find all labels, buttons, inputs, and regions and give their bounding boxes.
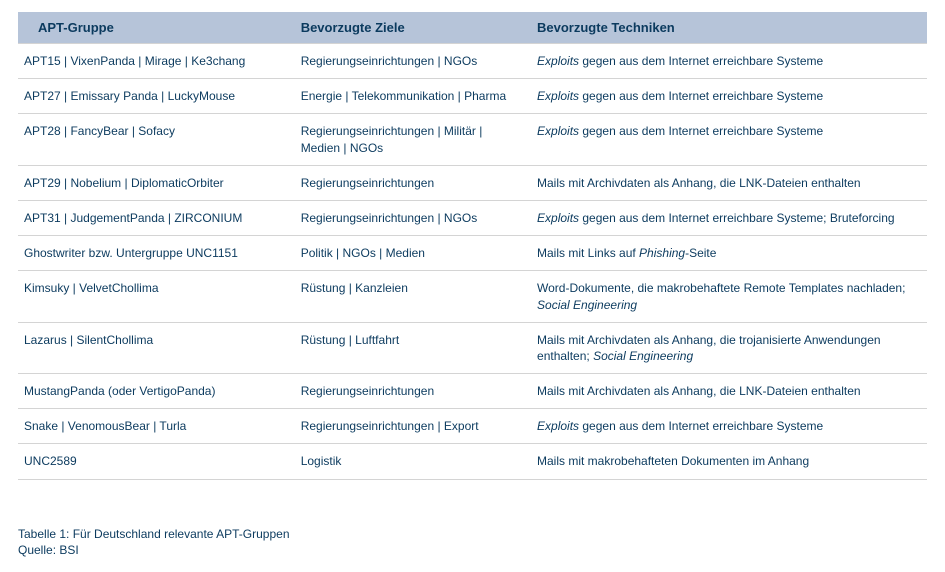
- cell-technique: Word-Dokumente, die makrobehaftete Remot…: [527, 271, 927, 322]
- table-row: Snake | VenomousBear | TurlaRegierungsei…: [18, 409, 927, 444]
- cell-targets: Regierungseinrichtungen | Militär | Medi…: [291, 114, 527, 165]
- cell-technique: Exploits gegen aus dem Internet erreichb…: [527, 44, 927, 79]
- cell-targets: Logistik: [291, 444, 527, 479]
- apt-table: APT-Gruppe Bevorzugte Ziele Bevorzugte T…: [18, 12, 927, 480]
- cell-technique: Mails mit Archivdaten als Anhang, die LN…: [527, 374, 927, 409]
- table-row: Lazarus | SilentChollimaRüstung | Luftfa…: [18, 322, 927, 373]
- table-row: MustangPanda (oder VertigoPanda)Regierun…: [18, 374, 927, 409]
- cell-targets: Regierungseinrichtungen: [291, 165, 527, 200]
- cell-technique: Mails mit Archivdaten als Anhang, die tr…: [527, 322, 927, 373]
- cell-targets: Regierungseinrichtungen | NGOs: [291, 200, 527, 235]
- cell-group: Snake | VenomousBear | Turla: [18, 409, 291, 444]
- cell-targets: Energie | Telekommunikation | Pharma: [291, 79, 527, 114]
- caption-source: Quelle: BSI: [18, 542, 927, 559]
- col-header-group: APT-Gruppe: [18, 12, 291, 44]
- cell-group: Kimsuky | VelvetChollima: [18, 271, 291, 322]
- table-row: APT31 | JudgementPanda | ZIRCONIUMRegier…: [18, 200, 927, 235]
- table-row: Ghostwriter bzw. Untergruppe UNC1151Poli…: [18, 236, 927, 271]
- cell-technique: Exploits gegen aus dem Internet erreichb…: [527, 409, 927, 444]
- cell-group: MustangPanda (oder VertigoPanda): [18, 374, 291, 409]
- cell-targets: Regierungseinrichtungen | Export: [291, 409, 527, 444]
- cell-targets: Regierungseinrichtungen | NGOs: [291, 44, 527, 79]
- table-row: APT15 | VixenPanda | Mirage | Ke3changRe…: [18, 44, 927, 79]
- col-header-targets: Bevorzugte Ziele: [291, 12, 527, 44]
- cell-technique: Mails mit Links auf Phishing-Seite: [527, 236, 927, 271]
- table-caption: Tabelle 1: Für Deutschland relevante APT…: [18, 526, 927, 560]
- cell-group: Lazarus | SilentChollima: [18, 322, 291, 373]
- table-row: APT29 | Nobelium | DiplomaticOrbiterRegi…: [18, 165, 927, 200]
- cell-technique: Exploits gegen aus dem Internet erreichb…: [527, 114, 927, 165]
- cell-group: Ghostwriter bzw. Untergruppe UNC1151: [18, 236, 291, 271]
- table-row: APT28 | FancyBear | SofacyRegierungseinr…: [18, 114, 927, 165]
- table-row: Kimsuky | VelvetChollimaRüstung | Kanzle…: [18, 271, 927, 322]
- cell-technique: Mails mit Archivdaten als Anhang, die LN…: [527, 165, 927, 200]
- cell-targets: Rüstung | Luftfahrt: [291, 322, 527, 373]
- cell-group: APT28 | FancyBear | Sofacy: [18, 114, 291, 165]
- cell-technique: Exploits gegen aus dem Internet erreichb…: [527, 200, 927, 235]
- cell-group: UNC2589: [18, 444, 291, 479]
- cell-group: APT27 | Emissary Panda | LuckyMouse: [18, 79, 291, 114]
- table-header: APT-Gruppe Bevorzugte Ziele Bevorzugte T…: [18, 12, 927, 44]
- col-header-techniques: Bevorzugte Techniken: [527, 12, 927, 44]
- table-row: APT27 | Emissary Panda | LuckyMouseEnerg…: [18, 79, 927, 114]
- cell-group: APT15 | VixenPanda | Mirage | Ke3chang: [18, 44, 291, 79]
- caption-title: Tabelle 1: Für Deutschland relevante APT…: [18, 526, 927, 543]
- cell-targets: Regierungseinrichtungen: [291, 374, 527, 409]
- cell-targets: Politik | NGOs | Medien: [291, 236, 527, 271]
- cell-group: APT29 | Nobelium | DiplomaticOrbiter: [18, 165, 291, 200]
- cell-targets: Rüstung | Kanzleien: [291, 271, 527, 322]
- cell-technique: Mails mit makrobehafteten Dokumenten im …: [527, 444, 927, 479]
- table-row: UNC2589LogistikMails mit makrobehafteten…: [18, 444, 927, 479]
- cell-technique: Exploits gegen aus dem Internet erreichb…: [527, 79, 927, 114]
- table-body: APT15 | VixenPanda | Mirage | Ke3changRe…: [18, 44, 927, 480]
- cell-group: APT31 | JudgementPanda | ZIRCONIUM: [18, 200, 291, 235]
